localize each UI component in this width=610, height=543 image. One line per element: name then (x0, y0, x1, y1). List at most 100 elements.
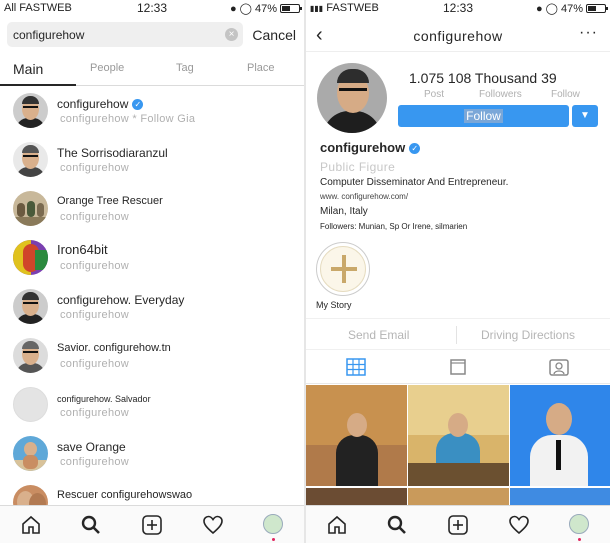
profile-bio: configurehow ✓ Public Figure Computer Dis… (320, 140, 600, 231)
bottom-tab-bar (0, 505, 304, 543)
avatar (13, 436, 48, 471)
search-row: configurehow × Cancel (0, 18, 304, 50)
followers-label[interactable]: Followers (479, 89, 522, 100)
send-email-button[interactable]: Send Email (348, 328, 409, 342)
profile-navbar: ‹ configurehow ··· (306, 18, 610, 52)
bottom-tab-bar (306, 505, 610, 543)
profile-username: configurehow ✓ (320, 140, 600, 155)
alarm-icon: ◯ (545, 3, 558, 15)
result-subtitle: configurehow (60, 162, 130, 174)
cancel-button[interactable]: Cancel (252, 27, 296, 43)
avatar (13, 93, 48, 128)
profile-stats: 1.075 108 Thousand 39 Post Followers Fol… (409, 70, 581, 101)
profile-description: Computer Disseminator And Entrepreneur. (320, 177, 509, 188)
profile-category: Public Figure (320, 160, 396, 174)
grid-icon[interactable] (346, 358, 366, 376)
search-input[interactable]: configurehow × (7, 22, 243, 47)
search-tabs: Main People Tag Place (0, 56, 304, 86)
active-tab-indicator (0, 84, 76, 86)
action-separator (456, 326, 457, 344)
compass-icon (320, 246, 366, 292)
battery-percent: 47% (560, 2, 583, 15)
home-icon[interactable] (20, 514, 42, 536)
profile-link[interactable]: www. configurehow.com/ (320, 192, 600, 201)
contact-actions: Send Email Driving Directions (306, 318, 610, 350)
result-subtitle: configurehow * Follow Gia (60, 113, 196, 125)
result-subtitle: configurehow (60, 211, 130, 223)
result-name: Savior. configurehow.tn (57, 342, 171, 354)
result-subtitle: configurehow (60, 260, 130, 272)
avatar (13, 240, 48, 275)
results-list: configurehow ✓ configurehow * Follow Gia … (0, 87, 304, 528)
photo-thumbnail[interactable] (306, 385, 407, 486)
notification-dot (578, 538, 581, 541)
avatar (13, 338, 48, 373)
list-item[interactable]: configurehow. Everyday configurehow (0, 283, 304, 332)
list-item[interactable]: Iron64bit configurehow (0, 234, 304, 283)
tab-people[interactable]: People (90, 62, 124, 74)
lock-icon: ● (536, 2, 543, 15)
search-icon[interactable] (80, 514, 102, 536)
status-bar: ▮▮▮ FASTWEB 12:33 ● ◯ 47% (306, 0, 610, 18)
photo-thumbnail[interactable] (408, 385, 509, 486)
followed-by-note[interactable]: Followers: Munian, Sp Or Irene, silmarie… (320, 222, 600, 231)
result-name: Orange Tree Rescuer (57, 195, 163, 207)
profile-avatar[interactable] (317, 63, 387, 133)
profile-icon[interactable] (569, 514, 591, 541)
feed-list-icon[interactable] (448, 358, 468, 376)
result-subtitle: configurehow (60, 456, 130, 468)
status-bar: All FASTWEB 12:33 ● ◯ 47% (0, 0, 304, 18)
result-name: configurehow. Everyday (57, 293, 185, 307)
add-icon[interactable] (447, 514, 469, 536)
result-name: configurehow. Salvador (57, 394, 151, 404)
following-label[interactable]: Follow (551, 89, 580, 100)
stat-numbers: 1.075 108 Thousand 39 (409, 70, 557, 86)
heart-icon[interactable] (508, 514, 530, 536)
list-item[interactable]: Savior. configurehow.tn configurehow (0, 332, 304, 381)
clear-icon[interactable]: × (225, 28, 238, 41)
avatar (13, 142, 48, 177)
tab-place[interactable]: Place (247, 62, 275, 74)
result-name: Rescuer configurehowswao (57, 489, 193, 501)
list-item[interactable]: configurehow. Salvador configurehow (0, 381, 304, 430)
list-item[interactable]: Orange Tree Rescuer configurehow (0, 185, 304, 234)
avatar (13, 387, 48, 422)
chevron-down-icon[interactable]: ▼ (572, 105, 598, 127)
list-item[interactable]: configurehow ✓ configurehow * Follow Gia (0, 87, 304, 136)
follow-button[interactable]: Follow (398, 105, 569, 127)
tab-main[interactable]: Main (13, 61, 43, 77)
tagged-photos-icon[interactable] (549, 358, 569, 376)
result-name: The Sorrisodiaranzul (57, 146, 168, 160)
battery-icon (280, 4, 302, 13)
photo-thumbnail[interactable] (510, 385, 610, 486)
highlight-label: My Story (316, 300, 352, 310)
home-icon[interactable] (326, 514, 348, 536)
profile-screen: ▮▮▮ FASTWEB 12:33 ● ◯ 47% ‹ configurehow… (306, 0, 610, 543)
result-subtitle: configurehow (60, 309, 130, 321)
profile-location: Milan, Italy (320, 206, 368, 217)
posts-label[interactable]: Post (424, 89, 444, 100)
result-subtitle: configurehow (60, 358, 130, 370)
battery-icon (586, 4, 608, 13)
lock-icon: ● (230, 2, 237, 15)
profile-icon[interactable] (263, 514, 285, 541)
heart-icon[interactable] (202, 514, 224, 536)
stat-labels: Post Followers Follow (409, 89, 581, 101)
battery-percent: 47% (254, 2, 277, 15)
notification-dot (272, 538, 275, 541)
driving-directions-button[interactable]: Driving Directions (481, 328, 575, 342)
result-subtitle: configurehow (60, 407, 130, 419)
verified-icon: ✓ (132, 99, 144, 110)
list-item[interactable]: The Sorrisodiaranzul configurehow (0, 136, 304, 185)
tab-tag[interactable]: Tag (176, 62, 194, 74)
avatar (13, 191, 48, 226)
more-options-icon[interactable]: ··· (579, 24, 598, 42)
result-name: configurehow ✓ (57, 97, 144, 111)
search-screen: All FASTWEB 12:33 ● ◯ 47% configurehow ×… (0, 0, 304, 543)
search-icon[interactable] (386, 514, 408, 536)
result-name: Iron64bit (57, 242, 108, 257)
status-icons: ● ◯ 47% (230, 2, 302, 15)
add-icon[interactable] (141, 514, 163, 536)
list-item[interactable]: save Orange configurehow (0, 430, 304, 479)
story-highlight[interactable]: My Story (316, 242, 370, 310)
